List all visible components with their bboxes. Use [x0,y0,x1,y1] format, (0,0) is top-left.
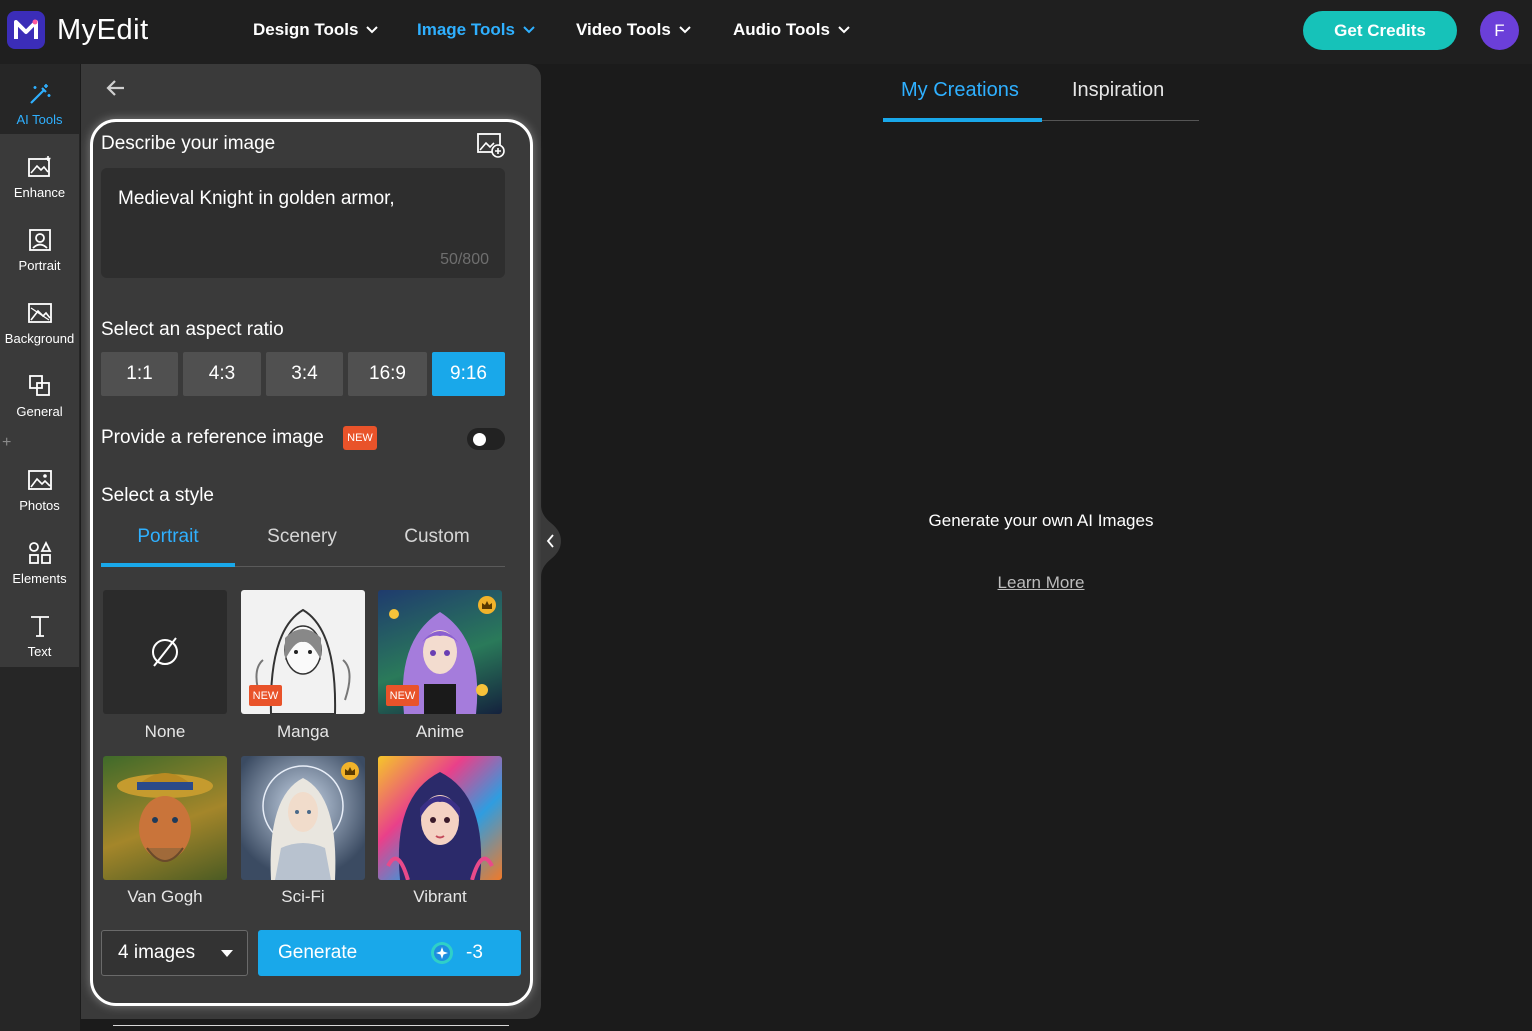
collapse-panel-icon[interactable] [541,505,561,577]
image-count-select[interactable]: 4 images [101,930,248,976]
chevron-down-icon [366,26,379,34]
nav-video-tools[interactable]: Video Tools [576,20,691,40]
plus-icon: + [2,434,12,451]
ratio-9-16-button[interactable]: 9:16 [432,352,505,396]
generate-button[interactable]: Generate -3 [258,930,521,976]
style-card-vibrant[interactable] [378,756,502,880]
premium-crown-icon [341,762,359,780]
rail-label: Elements [12,571,67,586]
rail-item-elements[interactable]: Elements [0,525,79,591]
rail-item-background[interactable]: Background [0,285,79,351]
vibrant-thumbnail-icon [386,772,494,880]
rail-label: General [16,404,63,419]
style-card-anime[interactable]: NEW [378,590,502,714]
elements-icon [26,539,54,567]
style-name: Manga [277,722,329,741]
chevron-down-icon [523,26,535,34]
tab-my-creations[interactable]: My Creations [901,79,1019,102]
brand-name[interactable]: MyEdit [57,14,149,47]
top-bar: MyEdit Design Tools Image Tools Video To… [0,0,1532,64]
style-card-sci-fi[interactable] [241,756,365,880]
tab-active-indicator [101,563,235,567]
tab-custom[interactable]: Custom [369,526,505,568]
rail-item-enhance[interactable]: Enhance [0,139,79,205]
rail-item-ai-tools[interactable]: AI Tools [0,66,79,132]
text-icon [26,612,54,640]
scroll-indicator [113,1025,509,1026]
myedit-logo-icon[interactable] [7,11,45,49]
rail-label: Text [27,644,52,659]
chevron-down-icon [679,26,691,34]
enhance-icon [26,153,54,181]
rail-item-photos[interactable]: Photos [0,452,79,518]
rail-label: Enhance [13,185,66,200]
main-tab-active-indicator [883,118,1042,122]
nav-design-tools[interactable]: Design Tools [253,20,379,40]
reference-image-toggle[interactable] [467,428,505,450]
learn-more-link[interactable]: Learn More [950,573,1132,593]
photos-icon [26,466,54,494]
get-credits-button[interactable]: Get Credits [1303,11,1457,50]
prompt-textarea[interactable]: Medieval Knight in golden armor, 50/800 [101,168,505,278]
style-label: Select a style [101,485,214,506]
style-card-manga[interactable]: NEW [241,590,365,714]
tab-scenery[interactable]: Scenery [235,526,369,568]
avatar[interactable]: F [1480,11,1519,50]
character-counter: 50/800 [440,251,489,268]
generate-label: Generate [278,942,358,963]
new-badge: NEW [249,685,282,706]
ratio-1-1-button[interactable]: 1:1 [101,352,178,396]
style-card-van-gogh[interactable] [103,756,227,880]
ratio-4-3-button[interactable]: 4:3 [183,352,261,396]
reference-image-label: Provide a reference image [101,427,324,448]
tab-portrait[interactable]: Portrait [101,526,235,568]
new-badge: NEW [386,685,419,706]
magic-wand-icon [26,80,54,108]
nav-label: Audio Tools [733,20,830,39]
credit-coin-icon [431,942,453,964]
add-image-icon[interactable] [476,131,506,159]
prompt-text: Medieval Knight in golden armor, [118,188,395,209]
aspect-ratio-label: Select an aspect ratio [101,319,284,340]
rail-item-general[interactable]: General [0,358,79,424]
caret-down-icon [221,950,233,957]
ratio-16-9-button[interactable]: 16:9 [348,352,427,396]
none-icon [152,637,178,667]
describe-label: Describe your image [101,133,276,154]
portrait-icon [26,226,54,254]
rail-label: AI Tools [16,112,63,127]
chevron-down-icon [838,26,850,34]
nav-label: Video Tools [576,20,671,39]
back-arrow-icon[interactable] [104,76,128,100]
rail-label: Photos [19,498,60,513]
style-name: Sci-Fi [281,887,325,906]
rail-item-portrait[interactable]: Portrait [0,212,79,278]
style-name: Van Gogh [127,887,203,906]
image-count-value: 4 images [118,942,196,963]
style-card-none[interactable] [103,590,227,714]
van-gogh-thumbnail-icon [117,773,213,862]
nav-image-tools[interactable]: Image Tools [417,20,535,40]
rail-label: Background [4,331,75,346]
premium-crown-icon [478,596,496,614]
rail-label: Portrait [18,258,61,273]
general-icon [26,372,54,400]
tab-inspiration[interactable]: Inspiration [1072,79,1164,102]
nav-label: Image Tools [417,20,515,39]
style-name: Vibrant [413,887,467,906]
style-name: Anime [415,722,465,741]
rail-item-text[interactable]: Text [0,598,79,664]
ratio-3-4-button[interactable]: 3:4 [266,352,343,396]
style-name: None [144,722,186,741]
background-icon [26,299,54,327]
nav-label: Design Tools [253,20,359,39]
empty-state-message: Generate your own AI Images [928,511,1154,530]
new-badge: NEW [343,426,377,450]
nav-audio-tools[interactable]: Audio Tools [733,20,850,40]
generate-cost: -3 [466,942,483,963]
